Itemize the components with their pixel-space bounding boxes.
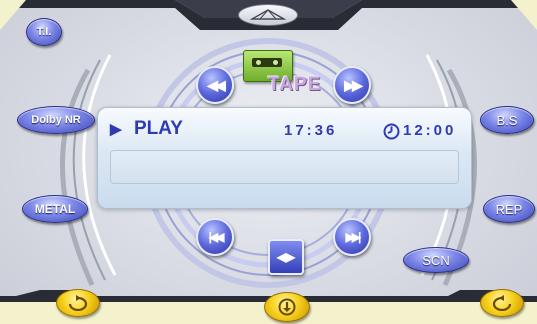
dolby-nr-button[interactable]: Dolby NR [17, 106, 95, 134]
lcd-display: ▶ PLAY 17:36 12:00 [97, 107, 472, 209]
rep-button[interactable]: REP [483, 195, 535, 223]
direction-toggle-button[interactable]: ◀▶ [268, 239, 304, 275]
rewind-button[interactable]: ◀◀ [196, 66, 234, 104]
source-label: TAPE [268, 74, 322, 95]
clock-time: 12:00 [403, 122, 457, 139]
rotate-right-icon[interactable] [480, 289, 524, 317]
previous-track-button[interactable]: |◀◀ [196, 218, 234, 256]
brand-logo-icon [238, 4, 298, 26]
head-unit-panel: T.I. Dolby NR METAL B.S REP SCN TAPE ◀◀ … [0, 0, 537, 324]
metal-button[interactable]: METAL [22, 195, 88, 223]
clock-icon [383, 123, 400, 145]
tape-counter: 17:36 [284, 122, 338, 139]
fast-forward-button[interactable]: ▶▶ [333, 66, 371, 104]
next-track-button[interactable]: ▶▶| [333, 218, 371, 256]
scan-button[interactable]: SCN [403, 247, 469, 273]
rotate-left-icon[interactable] [56, 289, 100, 317]
play-status-icon: ▶ [110, 121, 122, 138]
info-line [110, 150, 459, 184]
eject-down-icon[interactable] [264, 292, 310, 322]
play-status-text: PLAY [134, 118, 183, 139]
ti-button[interactable]: T.I. [26, 18, 62, 46]
bs-button[interactable]: B.S [480, 106, 534, 134]
